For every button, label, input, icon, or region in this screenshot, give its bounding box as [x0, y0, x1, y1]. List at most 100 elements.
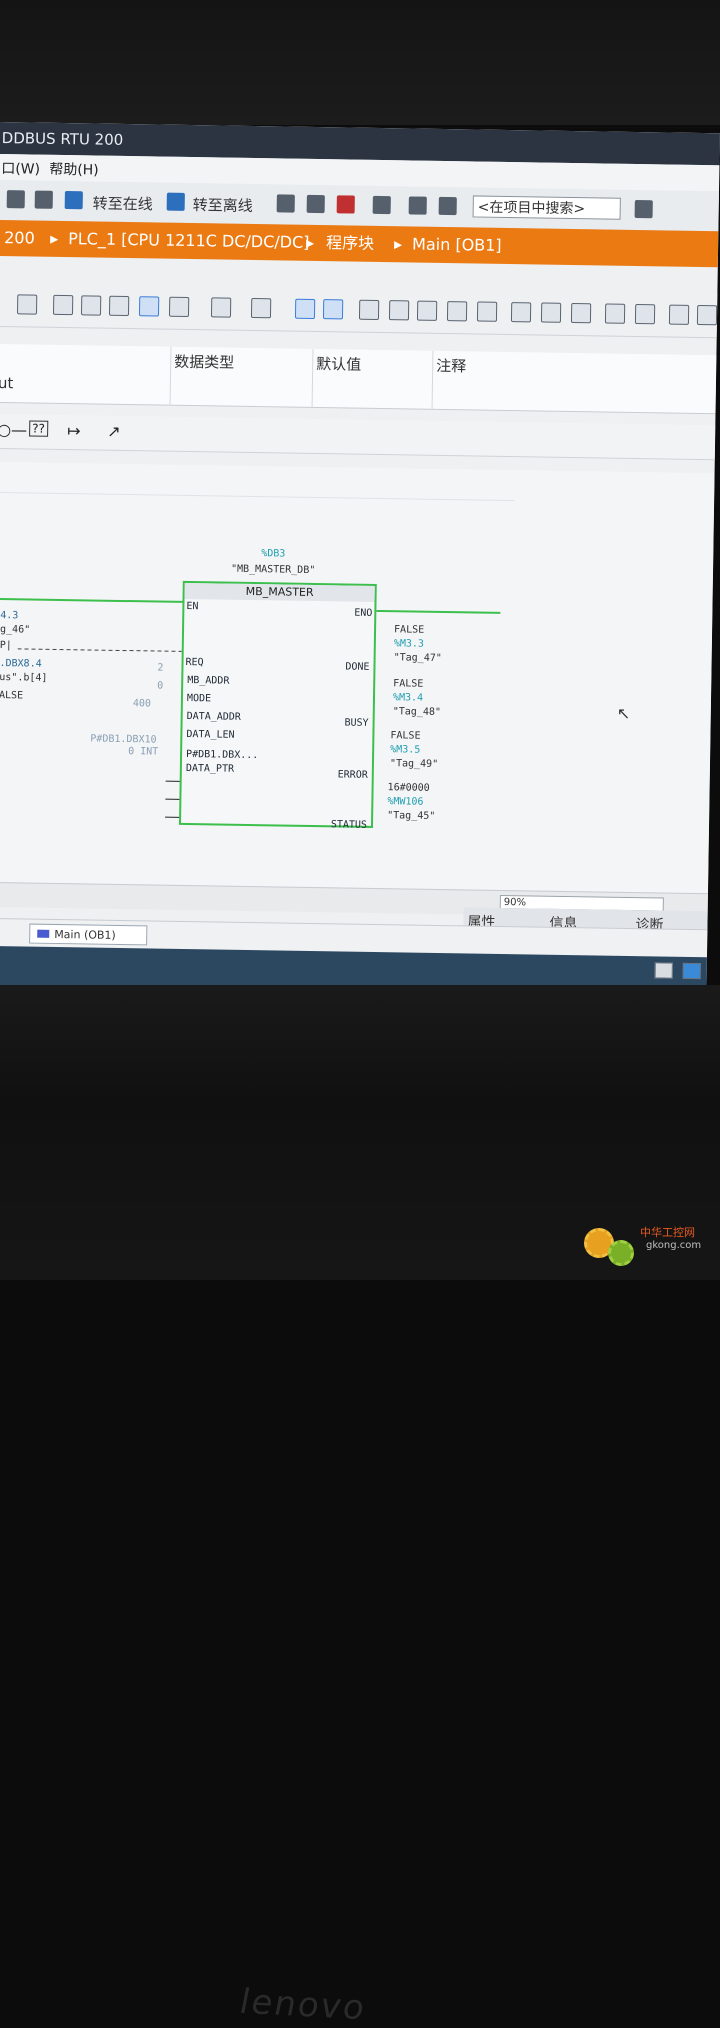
p-trigger-contact[interactable]: |P|: [0, 640, 12, 651]
menu-item-window[interactable]: 口(W): [1, 158, 40, 179]
block-toolbar-icon[interactable]: [634, 304, 656, 325]
block-toolbar-icon[interactable]: [696, 304, 718, 326]
pin-data-addr: DATA_ADDR: [186, 711, 241, 723]
go-online-button[interactable]: 转至在线: [93, 192, 153, 214]
const-mb-addr: 2: [157, 662, 164, 674]
split-vertical-icon[interactable]: [438, 196, 457, 216]
block-editor-toolbar: [0, 281, 718, 339]
network-divider: [0, 491, 515, 502]
menu-item-help[interactable]: 帮助(H): [49, 159, 99, 180]
column-divider: [311, 348, 314, 407]
check-icon[interactable]: [682, 962, 701, 980]
db-name: "MB_MASTER_DB": [230, 563, 316, 577]
block-toolbar-icon[interactable]: [52, 294, 74, 316]
save-icon[interactable]: [6, 190, 25, 209]
const-data-addr: 400: [132, 698, 152, 710]
lenovo-logo: lenovo: [240, 1981, 366, 2028]
close-icon[interactable]: [372, 195, 391, 215]
go-offline-icon[interactable]: [166, 192, 185, 211]
block-toolbar-icon[interactable]: [604, 303, 626, 324]
status-icon[interactable]: [654, 962, 673, 979]
pin-status: STATUS: [330, 819, 368, 831]
block-toolbar-icon[interactable]: [80, 295, 102, 316]
breadcrumb-separator: ▸: [393, 234, 403, 254]
req-connection: [17, 648, 182, 652]
block-toolbar-icon[interactable]: [476, 301, 498, 322]
comment-icon[interactable]: [138, 296, 160, 317]
done-value: FALSE: [393, 624, 425, 636]
column-divider: [431, 350, 434, 409]
status-tag: "Tag_45": [387, 810, 436, 822]
stop-cpu-icon[interactable]: [336, 195, 355, 214]
pin-data-ptr: DATA_PTR: [185, 762, 235, 775]
search-go-icon[interactable]: [634, 199, 653, 219]
screen: DDBUS RTU 200 口(W) 帮助(H) 转至在线 转至离线 <在项目中…: [0, 122, 720, 1004]
column-header-default: 默认值: [316, 354, 362, 374]
left-operand: 1.DBX8.4: [0, 657, 42, 670]
column-header-datatype: 数据类型: [174, 352, 235, 372]
block-toolbar-icon[interactable]: [250, 297, 272, 319]
close-branch-icon[interactable]: ↗: [107, 422, 121, 441]
go-offline-button[interactable]: 转至离线: [193, 194, 253, 216]
project-search-input[interactable]: <在项目中搜索>: [472, 195, 621, 220]
busy-value: FALSE: [393, 678, 424, 690]
pin-ptr-inner: P#DB1.DBX...: [186, 749, 259, 762]
accessible-devices-icon[interactable]: [276, 194, 295, 213]
error-value: FALSE: [390, 730, 421, 742]
pin-data-len: DATA_LEN: [186, 729, 235, 741]
go-online-icon[interactable]: [64, 191, 83, 210]
simulation-icon[interactable]: [306, 194, 325, 214]
block-toolbar-icon[interactable]: [668, 304, 690, 325]
pin-done: DONE: [345, 661, 370, 673]
breadcrumb-plc[interactable]: PLC_1 [CPU 1211C DC/DC/DC]: [68, 221, 310, 261]
breadcrumb-separator: ▸: [50, 228, 59, 248]
const-mode: 0: [157, 680, 164, 692]
pin-mb-addr: MB_ADDR: [187, 675, 230, 687]
block-toolbar-icon[interactable]: [358, 299, 380, 320]
editor-tab-main-ob1[interactable]: Main (OB1): [29, 923, 148, 946]
split-horizontal-icon[interactable]: [408, 196, 427, 215]
status-address: %MW106: [387, 796, 424, 808]
ladder-network: %DB3 "MB_MASTER_DB" MB_MASTER EN REQ MB_…: [0, 461, 715, 894]
mb-master-block[interactable]: MB_MASTER EN REQ MB_ADDR MODE DATA_ADDR …: [178, 580, 377, 831]
block-toolbar-icon[interactable]: [16, 294, 38, 315]
block-toolbar-icon[interactable]: [446, 301, 468, 322]
block-icon: [37, 929, 50, 938]
left-operand: FALSE: [0, 689, 24, 702]
breadcrumb-program-blocks[interactable]: 程序块: [326, 225, 375, 262]
breadcrumb-main-ob1[interactable]: Main [OB1]: [412, 226, 502, 263]
block-toolbar-icon[interactable]: [388, 300, 410, 321]
block-toolbar-icon[interactable]: [210, 297, 232, 318]
power-rail-en: [0, 597, 183, 603]
pin-en: EN: [186, 600, 199, 613]
interface-row-label: ut: [0, 374, 14, 393]
block-toolbar-icon[interactable]: [540, 302, 562, 323]
const-data-ptr: P#DB1.DBX10: [90, 733, 157, 746]
block-toolbar-icon[interactable]: [510, 302, 532, 323]
block-toolbar-icon[interactable]: [294, 298, 316, 319]
done-tag: "Tag_47": [393, 652, 442, 665]
left-operand: bus".b[4]: [0, 671, 48, 684]
gear-icon: [608, 1240, 634, 1266]
breadcrumb-project[interactable]: 200: [4, 220, 35, 256]
pin-req: REQ: [185, 656, 204, 669]
left-operand: M4.3: [0, 609, 19, 622]
column-header-comment: 注释: [436, 356, 467, 376]
contact-icon[interactable]: ○—: [0, 420, 27, 439]
block-toolbar-icon[interactable]: [108, 295, 130, 317]
window-title: DDBUS RTU 200: [1, 129, 124, 149]
empty-box-icon[interactable]: ??: [29, 420, 49, 437]
block-toolbar-icon[interactable]: [416, 300, 438, 321]
block-title: MB_MASTER: [184, 582, 375, 602]
const-data-type: 0 INT: [128, 746, 159, 758]
lead-mode: [165, 816, 180, 818]
open-branch-icon[interactable]: ↦: [67, 421, 81, 440]
db-address: %DB3: [261, 548, 286, 560]
print-icon[interactable]: [34, 190, 53, 209]
gkong-watermark: 中华工控网 gkong.com: [584, 1222, 714, 1272]
favorites-icon[interactable]: [322, 299, 344, 320]
block-toolbar-icon[interactable]: [570, 302, 592, 324]
ladder-elements-toolbar: ○— ?? ↦ ↗: [0, 413, 716, 461]
error-address: %M3.5: [390, 744, 421, 756]
block-toolbar-icon[interactable]: [168, 296, 190, 317]
